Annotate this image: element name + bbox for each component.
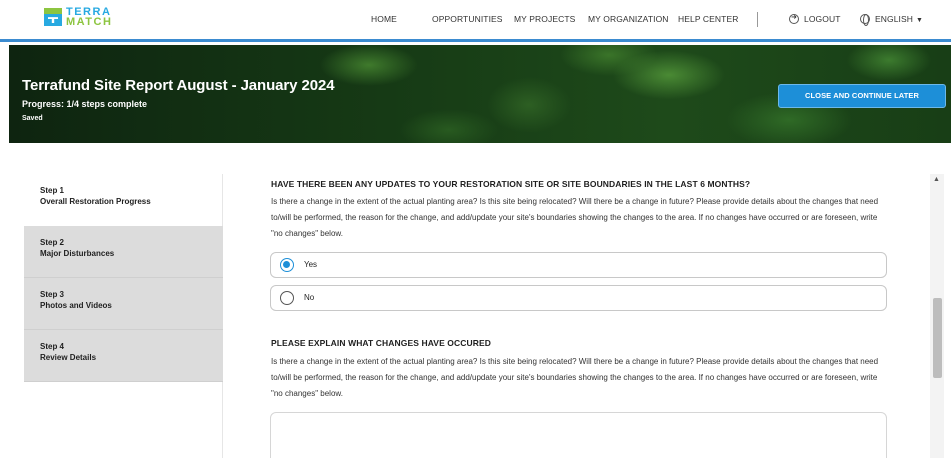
close-and-continue-later-button[interactable]: CLOSE AND CONTINUE LATER <box>778 84 946 108</box>
top-navbar: TERRA MATCH HOME OPPORTUNITIES MY PROJEC… <box>0 0 951 42</box>
nav-home-link[interactable]: HOME <box>371 14 397 24</box>
radio-selected-icon <box>280 258 294 272</box>
step-number: Step 4 <box>40 342 65 351</box>
caret-down-icon: ▼ <box>916 17 924 24</box>
language-label: ENGLISH <box>875 14 914 24</box>
step-name: Review Details <box>40 353 97 362</box>
question-title: PLEASE EXPLAIN WHAT CHANGES HAVE OCCURED <box>271 338 491 348</box>
step-2-item[interactable]: Step 2 Major Disturbances <box>24 226 223 278</box>
changes-explanation-textarea[interactable] <box>270 412 887 458</box>
step-number: Step 3 <box>40 290 65 299</box>
radio-option-no[interactable]: No <box>270 285 887 311</box>
logout-button[interactable]: LOGOUT <box>789 13 841 24</box>
language-selector[interactable]: ENGLISH ▼ <box>860 14 924 26</box>
step-name: Major Disturbances <box>40 249 115 258</box>
question-description: Is there a change in the extent of the a… <box>271 197 879 238</box>
radio-label: Yes <box>304 260 318 269</box>
question-description: Is there a change in the extent of the a… <box>271 357 879 398</box>
scrollbar-thumb[interactable] <box>933 298 942 378</box>
logout-label: LOGOUT <box>804 14 841 24</box>
step-3-item[interactable]: Step 3 Photos and Videos <box>24 278 223 330</box>
nav-divider <box>757 12 758 27</box>
step-4-item[interactable]: Step 4 Review Details <box>24 330 223 382</box>
content-scrollbar[interactable]: ▲ <box>930 174 944 458</box>
step-name: Photos and Videos <box>40 301 112 310</box>
logout-icon <box>789 13 799 24</box>
step-name: Overall Restoration Progress <box>40 197 151 206</box>
report-header-banner: Terrafund Site Report August - January 2… <box>9 45 951 143</box>
radio-option-yes[interactable]: Yes <box>270 252 887 278</box>
scroll-up-arrow-icon[interactable]: ▲ <box>933 176 940 183</box>
step-number: Step 2 <box>40 238 65 247</box>
nav-help-center-link[interactable]: HELP CENTER <box>678 14 738 24</box>
question-title: HAVE THERE BEEN ANY UPDATES TO YOUR REST… <box>271 179 751 189</box>
step-number: Step 1 <box>40 186 65 195</box>
terramatch-logo-icon <box>44 8 62 26</box>
nav-my-organization-link[interactable]: MY ORGANIZATION <box>588 14 669 24</box>
nav-opportunities-link[interactable]: OPPORTUNITIES <box>432 14 503 24</box>
saved-status: Saved <box>22 115 43 122</box>
logo-text-line2: MATCH <box>66 16 113 28</box>
nav-my-projects-link[interactable]: MY PROJECTS <box>514 14 575 24</box>
page-title: Terrafund Site Report August - January 2… <box>22 77 335 94</box>
terramatch-logo[interactable]: TERRA MATCH <box>44 7 113 28</box>
step-1-item[interactable]: Step 1 Overall Restoration Progress <box>24 174 223 226</box>
globe-icon <box>860 14 870 26</box>
steps-sidebar: Step 1 Overall Restoration Progress Step… <box>24 174 223 458</box>
radio-unselected-icon <box>280 291 294 305</box>
radio-label: No <box>304 293 315 302</box>
progress-text: Progress: 1/4 steps complete <box>22 99 148 109</box>
